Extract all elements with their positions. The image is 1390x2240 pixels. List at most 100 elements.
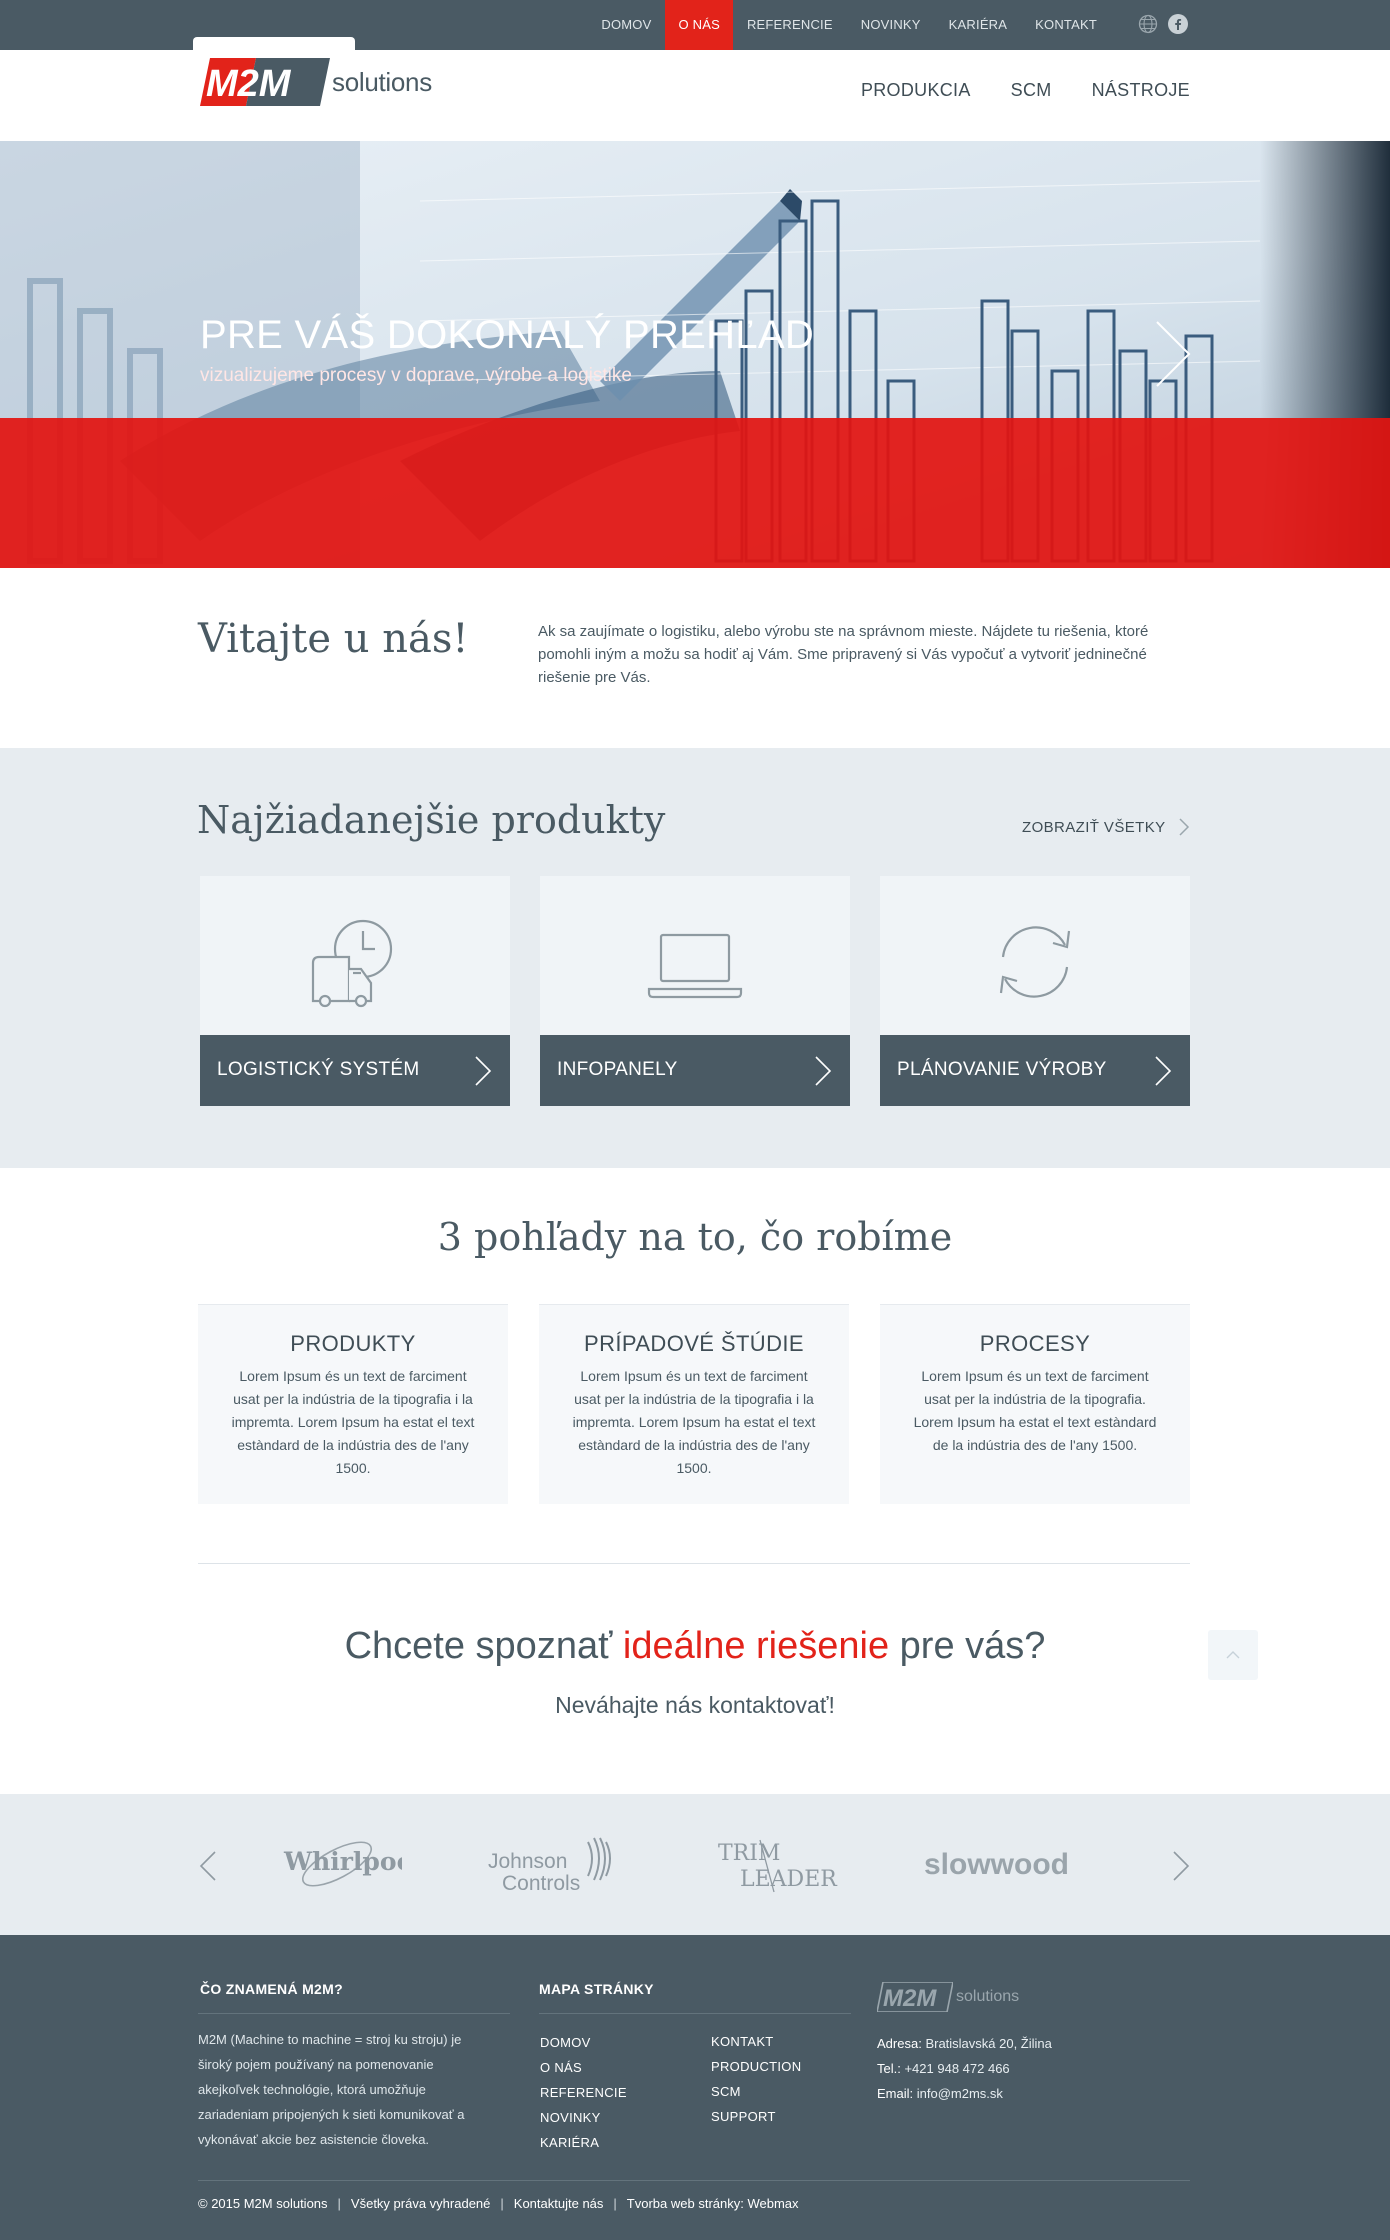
logo[interactable]: M2M solutions <box>200 58 432 106</box>
footer-email-value[interactable]: info@m2ms.sk <box>917 2086 1003 2101</box>
views-title: 3 pohľady na to, čo robíme <box>437 1215 953 1259</box>
footer-phone-label: Tel.: <box>877 2061 901 2076</box>
welcome-text: Ak sa zaujímate o logistiku, alebo výrob… <box>538 623 1149 686</box>
refresh-icon <box>999 926 1071 998</box>
cta-title: Chcete spoznať ideálne riešenie pre vás? <box>0 1625 1390 1668</box>
footer-phone: Tel.: +421 948 472 466 <box>877 2061 1010 2076</box>
product-card-footer: LOGISTICKÝ SYSTÉM <box>200 1035 510 1106</box>
chevron-right-icon <box>475 1056 492 1086</box>
svg-text:Controls: Controls <box>502 1872 580 1895</box>
svg-text:M2M: M2M <box>883 1985 937 2012</box>
svg-text:Johnson: Johnson <box>488 1850 567 1873</box>
product-card-label: PLÁNOVANIE VÝROBY <box>897 1059 1107 1080</box>
cta-title-before: Chcete spoznať <box>344 1625 623 1667</box>
hero-next-arrow-icon[interactable] <box>1153 320 1193 388</box>
chevron-right-icon[interactable] <box>1172 1850 1190 1882</box>
footer-bottom-divider <box>198 2180 1190 2181</box>
product-card-label: INFOPANELY <box>557 1059 678 1080</box>
partner-logo-johnson-controls[interactable]: Johnson Controls <box>484 1830 630 1898</box>
footer-link-scm[interactable]: SCM <box>711 2084 741 2099</box>
view-card-title: PRODUKTY <box>290 1331 416 1356</box>
chevron-right-icon <box>1179 818 1189 836</box>
laptop-icon <box>647 933 743 999</box>
scroll-to-top-button[interactable] <box>1208 1630 1258 1680</box>
chevron-left-icon[interactable] <box>199 1850 217 1882</box>
main-nav-scm[interactable]: SCM <box>1011 80 1052 101</box>
svg-text:slowwood: slowwood <box>924 1848 1069 1881</box>
svg-text:M2M: M2M <box>206 63 292 105</box>
main-nav-nastroje[interactable]: NÁSTROJE <box>1092 80 1190 101</box>
footer-address-value: Bratislavská 20, Žilina <box>925 2036 1052 2051</box>
hero-subtitle: vizualizujeme procesy v doprave, výrobe … <box>200 365 632 386</box>
m2m-logo-mark: M2M <box>200 58 330 106</box>
footer-sitemap-heading: MAPA STRÁNKY <box>539 1981 654 1997</box>
footer-divider <box>198 2013 510 2014</box>
footer-link-novinky[interactable]: NOVINKY <box>540 2110 601 2125</box>
product-card-footer: PLÁNOVANIE VÝROBY <box>880 1035 1190 1106</box>
top-nav-o-nas[interactable]: O NÁS <box>665 0 733 50</box>
footer-link-production[interactable]: PRODUCTION <box>711 2059 801 2074</box>
section-divider <box>198 1563 1190 1564</box>
footer-email: Email: info@m2ms.sk <box>877 2086 1003 2101</box>
footer-logo[interactable]: M2M solutions <box>877 1982 1019 2012</box>
product-card-logistics[interactable]: LOGISTICKÝ SYSTÉM <box>200 876 510 1106</box>
top-nav-domov[interactable]: DOMOV <box>587 0 665 50</box>
top-nav-novinky[interactable]: NOVINKY <box>847 0 935 50</box>
footer-phone-value[interactable]: +421 948 472 466 <box>904 2061 1009 2076</box>
rights-text: Všetky práva vyhradené <box>350 2196 491 2211</box>
show-all-label: ZOBRAZIŤ VŠETKY <box>1022 818 1166 836</box>
svg-text:TRIM: TRIM <box>718 1841 780 1866</box>
footer-address-label: Adresa: <box>877 2036 922 2051</box>
product-card-planning[interactable]: PLÁNOVANIE VÝROBY <box>880 876 1190 1106</box>
made-by-link[interactable]: Tvorba web stránky: Webmax <box>627 2196 799 2211</box>
welcome-title: Vitajte u nás! <box>198 616 469 662</box>
chevron-right-icon <box>815 1056 832 1086</box>
view-card-title: PROCESY <box>979 1331 1091 1356</box>
chevron-right-icon <box>1155 1056 1172 1086</box>
cta-title-accent[interactable]: ideálne riešenie <box>623 1625 889 1667</box>
partner-logo-slowwood[interactable]: slowwood <box>922 1830 1086 1898</box>
contact-us-link[interactable]: Kontaktujte nás <box>514 2196 604 2211</box>
cta-subtitle[interactable]: Neváhajte nás kontaktovať! <box>0 1692 1390 1719</box>
partner-logo-trim-leader[interactable]: TRIM LEADER <box>716 1830 842 1898</box>
view-card-title: PRÍPADOVÉ ŠTÚDIE <box>584 1331 804 1356</box>
footer-logo-mark: M2M <box>877 1982 953 2012</box>
footer-email-label: Email: <box>877 2086 914 2101</box>
footer-about-text: M2M (Machine to machine = stroj ku stroj… <box>198 2032 465 2147</box>
product-card-footer: INFOPANELY <box>540 1035 850 1106</box>
view-card-case-studies: PRÍPADOVÉ ŠTÚDIE Lorem Ipsum és un text … <box>539 1304 849 1504</box>
view-card-text: Lorem Ipsum és un text de farciment usat… <box>231 1368 475 1476</box>
footer-logo-text: solutions <box>956 1988 1020 2005</box>
footer-link-o-nas[interactable]: O NÁS <box>540 2060 582 2075</box>
view-card-text: Lorem Ipsum és un text de farciment usat… <box>572 1368 816 1476</box>
top-nav-referencie[interactable]: REFERENCIE <box>733 0 847 50</box>
cta-title-after: pre vás? <box>889 1625 1046 1667</box>
main-nav-produkcia[interactable]: PRODUKCIA <box>861 80 971 101</box>
view-card-text: Lorem Ipsum és un text de farciment usat… <box>913 1368 1157 1453</box>
product-card-label: LOGISTICKÝ SYSTÉM <box>217 1059 420 1080</box>
footer-copyright-bar: © 2015 M2M solutions | Všetky práva vyhr… <box>198 2196 799 2211</box>
svg-text:Whirlpool: Whirlpool <box>283 1847 402 1876</box>
facebook-icon[interactable] <box>1168 14 1188 34</box>
view-card-processes: PROCESY Lorem Ipsum és un text de farcim… <box>880 1304 1190 1504</box>
copyright-text: © 2015 M2M solutions <box>198 2196 328 2211</box>
globe-icon[interactable] <box>1138 14 1158 34</box>
truck-clock-icon <box>311 919 393 1008</box>
footer-divider <box>539 2013 851 2014</box>
logo-text: solutions <box>332 66 432 97</box>
footer-link-referencie[interactable]: REFERENCIE <box>540 2085 627 2100</box>
footer-link-kontakt[interactable]: KONTAKT <box>711 2034 774 2049</box>
view-card-products: PRODUKTY Lorem Ipsum és un text de farci… <box>198 1304 508 1504</box>
show-all-link[interactable]: ZOBRAZIŤ VŠETKY <box>1022 817 1190 837</box>
product-card-infopanels[interactable]: INFOPANELY <box>540 876 850 1106</box>
footer-link-kariera[interactable]: KARIÉRA <box>540 2135 599 2150</box>
footer-link-domov[interactable]: DOMOV <box>540 2035 591 2050</box>
partner-logo-whirlpool[interactable]: Whirlpool <box>272 1830 402 1898</box>
hero-red-band <box>0 418 1390 568</box>
products-title: Najžiadanejšie produkty <box>197 798 666 842</box>
footer-about-heading: ČO ZNAMENÁ M2M? <box>200 1981 343 1997</box>
footer-link-support[interactable]: SUPPORT <box>711 2109 776 2124</box>
chevron-up-icon <box>1226 1651 1240 1659</box>
top-nav-kariera[interactable]: KARIÉRA <box>935 0 1021 50</box>
top-nav-kontakt[interactable]: KONTAKT <box>1021 0 1111 50</box>
